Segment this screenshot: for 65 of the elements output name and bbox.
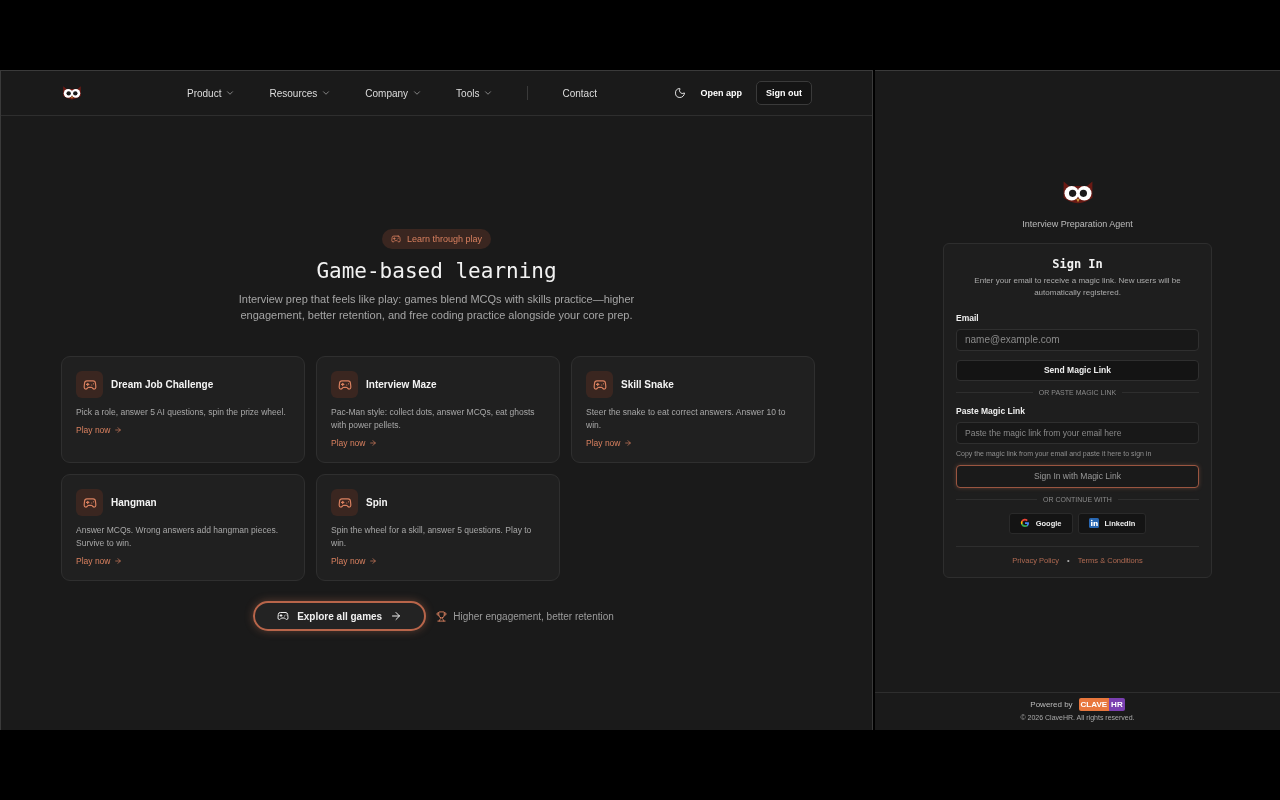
game-title: Hangman xyxy=(111,497,157,508)
gamepad-icon xyxy=(586,371,613,398)
section-subtitle: Interview prep that feels like play: games blend MCQs with skills practice—higher engagement, better retention, and free coding practice alongside your core prep. xyxy=(237,292,636,323)
game-description: Spin the wheel for a skill, answer 5 questions. Play to win. xyxy=(331,524,533,550)
moon-icon[interactable] xyxy=(674,87,687,99)
gamepad-icon xyxy=(277,610,290,622)
google-icon xyxy=(1019,518,1030,529)
app-name: Interview Preparation Agent xyxy=(1022,218,1133,229)
nav-link[interactable]: Contact xyxy=(562,87,597,99)
chevron-down-icon xyxy=(483,88,494,98)
arrow-right-icon xyxy=(113,426,122,434)
sign-in-title: Sign In xyxy=(1051,256,1104,271)
owl-logo xyxy=(61,84,83,102)
email-label: Email xyxy=(956,312,980,323)
arrow-right-icon xyxy=(368,439,377,447)
game-card[interactable]: Spin Spin the wheel for a skill, answer 5 questions. Play to win. Play now xyxy=(316,474,560,581)
sign-in-intro: Enter your email to receive a magic link. New users will be automatically registered. xyxy=(973,274,1182,299)
play-now-link[interactable]: Play now xyxy=(331,556,377,566)
badge-text: Learn through play xyxy=(406,234,483,244)
gamepad-icon xyxy=(390,234,401,244)
game-description: Answer MCQs. Wrong answers add hangman pieces. Survive to win. xyxy=(76,524,280,550)
powered-by-text: Powered by xyxy=(1030,700,1073,709)
magic-link-field[interactable]: Paste the magic link from your email here xyxy=(956,421,1199,444)
linkedin-icon xyxy=(1088,518,1099,529)
nav-link[interactable]: Resources xyxy=(269,87,332,99)
nav-link[interactable]: Tools xyxy=(456,87,494,99)
nav-link[interactable]: Product xyxy=(187,87,236,99)
chevron-down-icon xyxy=(225,88,236,98)
nav-link[interactable]: Company xyxy=(365,87,423,99)
tagline: Higher engagement, better retention xyxy=(453,610,614,622)
company-logo: CLAVE HR xyxy=(1078,698,1125,711)
email-field[interactable]: name@example.com xyxy=(956,328,1199,351)
game-card[interactable]: Hangman Answer MCQs. Wrong answers add hangman pieces. Survive to win. Play now xyxy=(61,474,305,581)
game-description: Pac-Man style: collect dots, answer MCQs, eat ghosts with power pellets. xyxy=(331,406,536,432)
send-link-button[interactable]: Send Magic Link xyxy=(956,359,1199,381)
sign-in-button[interactable]: Sign In with Magic Link xyxy=(956,464,1199,488)
chevron-down-icon xyxy=(321,88,332,98)
game-description: Pick a role, answer 5 AI questions, spin the prize wheel. xyxy=(76,406,287,419)
arrow-right-icon xyxy=(623,439,632,447)
game-title: Skill Snake xyxy=(621,379,674,390)
game-title: Dream Job Challenge xyxy=(111,379,214,390)
gamepad-icon xyxy=(331,371,358,398)
game-description: Steer the snake to eat correct answers. Answer 10 to win. xyxy=(586,406,787,432)
arrow-right-icon xyxy=(390,610,403,622)
gamepad-icon xyxy=(331,489,358,516)
play-now-link[interactable]: Play now xyxy=(331,438,377,448)
game-title: Spin xyxy=(366,497,388,508)
sign-out-button[interactable]: Sign out xyxy=(756,81,812,105)
arrow-right-icon xyxy=(113,557,122,565)
open-app-link[interactable]: Open app xyxy=(700,88,742,98)
game-card[interactable]: Skill Snake Steer the snake to eat correct answers. Answer 10 to win. Play now xyxy=(571,356,815,463)
paste-label: Paste Magic Link xyxy=(956,405,1026,416)
gamepad-icon xyxy=(76,489,103,516)
trophy-icon xyxy=(436,610,448,622)
play-now-link[interactable]: Play now xyxy=(76,425,122,435)
game-title: Interview Maze xyxy=(366,379,437,390)
arrow-right-icon xyxy=(368,557,377,565)
gamepad-icon xyxy=(76,371,103,398)
play-now-link[interactable]: Play now xyxy=(76,556,122,566)
chevron-down-icon xyxy=(412,88,423,98)
game-card[interactable]: Interview Maze Pac-Man style: collect dots, answer MCQs, eat ghosts with power pellets. Play now xyxy=(316,356,560,463)
explore-games-button[interactable]: Explore all games xyxy=(253,601,427,631)
game-card[interactable]: Dream Job Challenge Pick a role, answer 5 AI questions, spin the prize wheel. Play now xyxy=(61,356,305,463)
section-title: Game-based learning xyxy=(316,259,557,283)
play-now-link[interactable]: Play now xyxy=(586,438,632,448)
